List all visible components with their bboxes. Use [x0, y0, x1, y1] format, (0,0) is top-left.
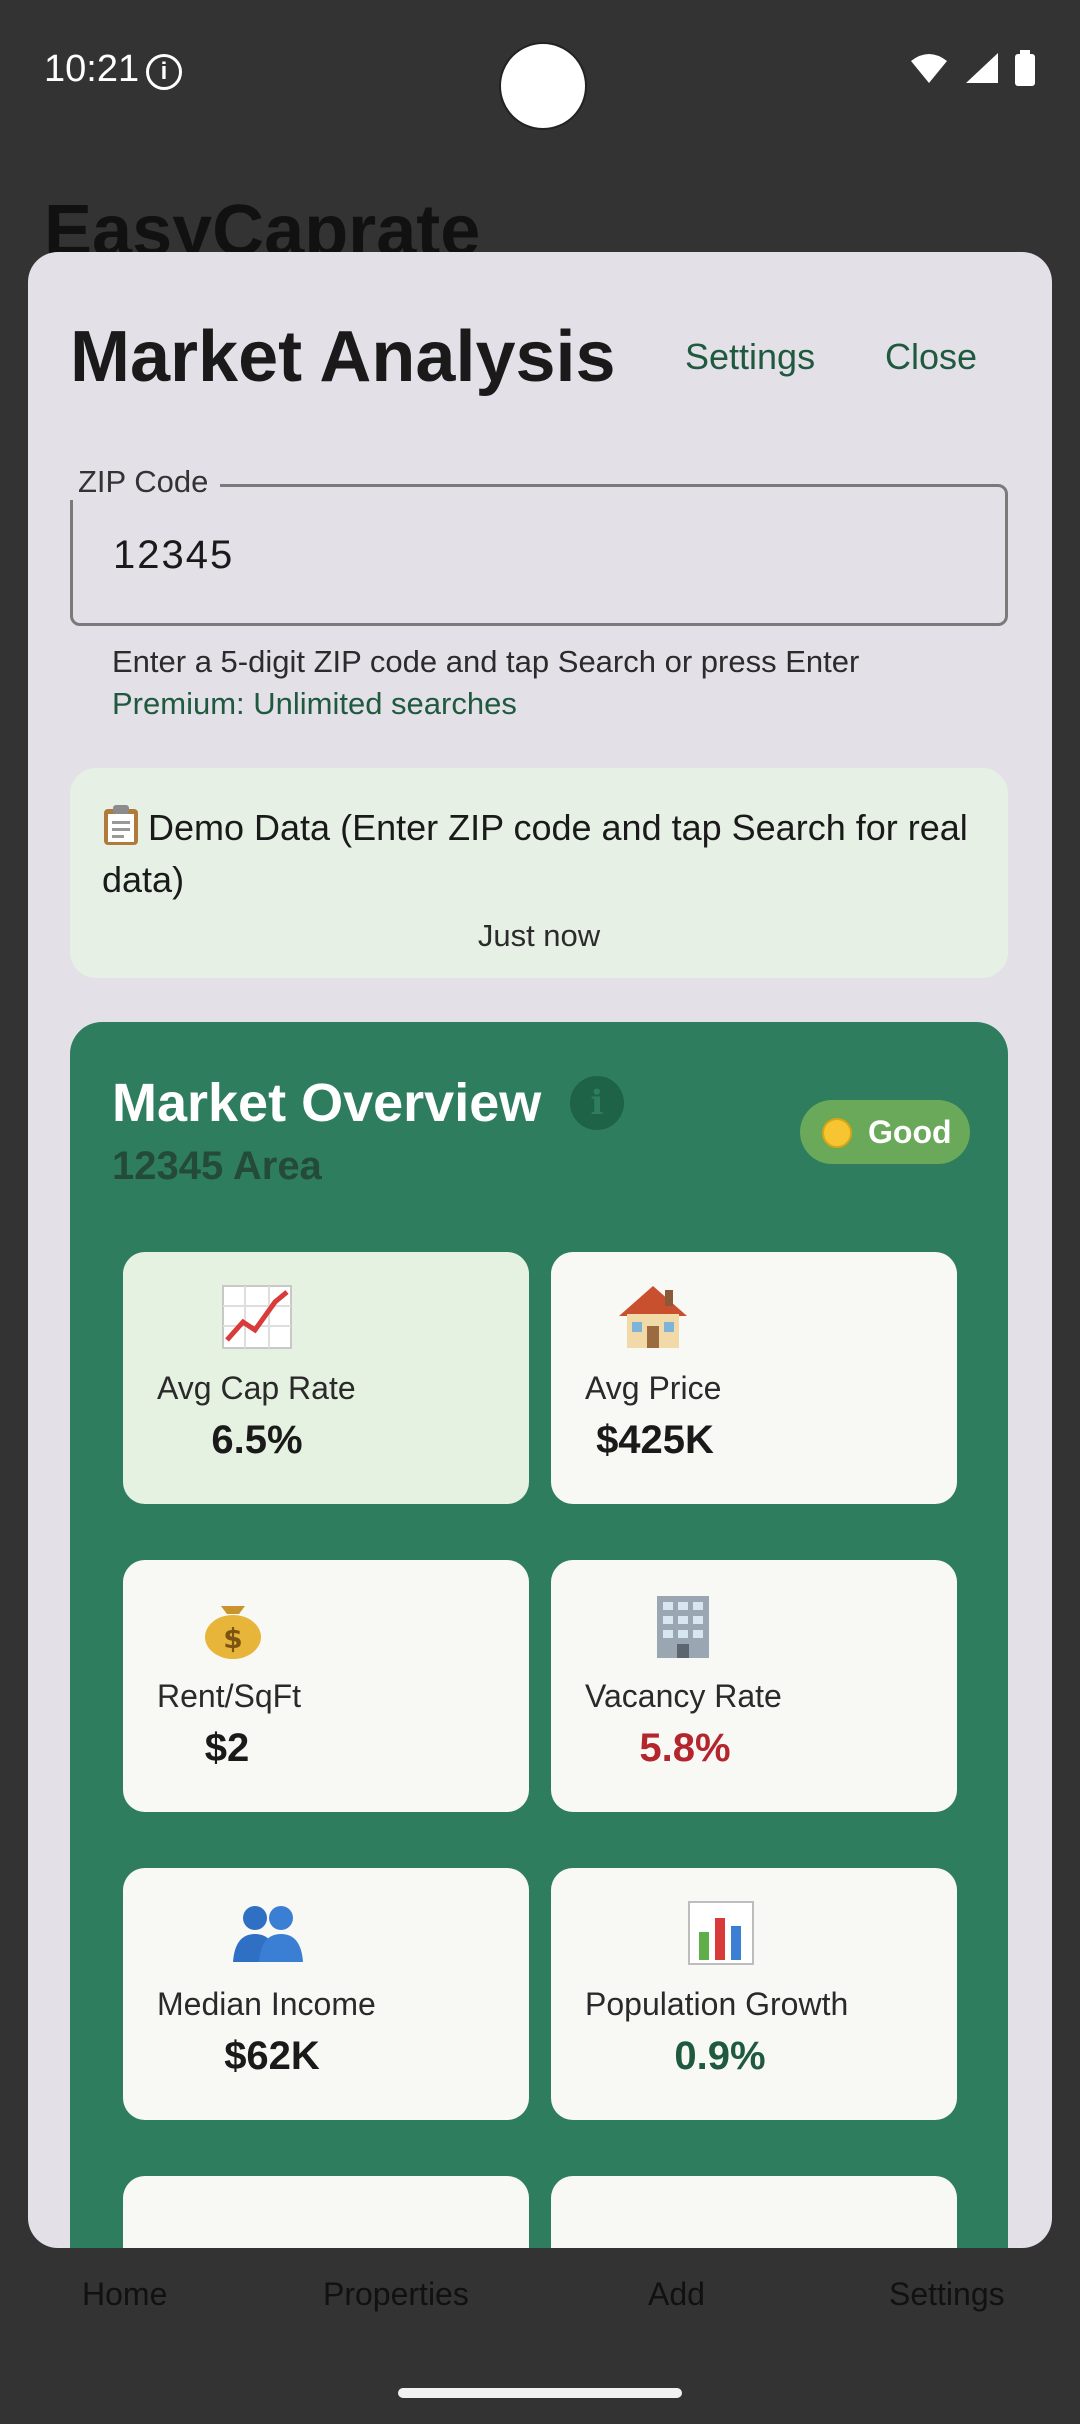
metric-label: Avg Price — [585, 1370, 722, 1406]
status-badge: Good — [800, 1100, 970, 1164]
metric-card-partial[interactable] — [551, 2176, 957, 2248]
status-icons — [899, 50, 1036, 86]
metric-label: Median Income — [157, 1986, 376, 2022]
zip-code-label: ZIP Code — [66, 464, 221, 500]
metric-value: $2 — [204, 1726, 250, 1770]
info-circle-icon: i — [146, 54, 182, 90]
nav-item-add[interactable]: Add — [648, 2276, 705, 2313]
info-icon[interactable]: i — [570, 1076, 624, 1130]
clipboard-icon — [104, 805, 138, 845]
nav-item-properties[interactable]: Properties — [323, 2276, 469, 2313]
metric-value: 0.9% — [674, 2034, 766, 2078]
market-analysis-sheet: Market Analysis Settings Close 12345 ZIP… — [28, 252, 1052, 2248]
metric-value: $425K — [596, 1418, 714, 1462]
bottom-nav: Home Properties Add Settings — [0, 2240, 1080, 2350]
demo-timestamp: Just now — [477, 918, 601, 953]
home-indicator[interactable] — [398, 2388, 682, 2398]
status-bar: 10:21 i — [0, 0, 1080, 140]
metric-card-population-growth[interactable]: Population Growth 0.9% — [551, 1868, 957, 2120]
office-building-icon — [657, 1596, 709, 1658]
metric-value: 5.8% — [639, 1726, 731, 1770]
metric-card-partial[interactable] — [123, 2176, 529, 2248]
market-overview-card: Market Overview i 12345 Area Good Avg Ca… — [70, 1022, 1008, 2248]
metric-label: Rent/SqFt — [157, 1678, 302, 1714]
settings-button[interactable]: Settings — [685, 336, 815, 378]
status-time: 10:21 — [44, 48, 140, 90]
status-badge-label: Good — [868, 1114, 952, 1150]
bar-chart-icon — [688, 1901, 754, 1965]
house-icon — [619, 1286, 687, 1348]
premium-text: Premium: Unlimited searches — [112, 686, 517, 721]
zip-helper-text: Enter a 5-digit ZIP code and tap Search … — [112, 644, 860, 679]
metric-label: Vacancy Rate — [585, 1678, 782, 1714]
demo-data-banner: Demo Data (Enter ZIP code and tap Search… — [70, 768, 1008, 978]
metric-card-rent-sqft[interactable]: $ Rent/SqFt $2 — [123, 1560, 529, 1812]
zip-code-value: 12345 — [113, 533, 235, 577]
metric-label: Avg Cap Rate — [157, 1370, 356, 1406]
chart-increasing-icon — [222, 1285, 292, 1349]
battery-icon — [1015, 50, 1035, 86]
yellow-circle-icon — [822, 1118, 852, 1148]
metric-value: $62K — [224, 2034, 320, 2078]
metric-card-avg-price[interactable]: Avg Price $425K — [551, 1252, 957, 1504]
nav-item-home[interactable]: Home — [82, 2276, 167, 2313]
nav-item-settings[interactable]: Settings — [889, 2276, 1005, 2313]
demo-title: Demo Data (Enter ZIP code and tap Search… — [102, 807, 968, 900]
svg-text:$: $ — [223, 1622, 242, 1655]
metric-label: Population Growth — [585, 1986, 849, 2022]
overview-area: 12345 Area — [112, 1144, 322, 1188]
camera-cutout — [499, 42, 587, 130]
sheet-title: Market Analysis — [70, 317, 616, 397]
people-icon — [233, 1906, 303, 1962]
metric-card-avg-cap-rate[interactable]: Avg Cap Rate 6.5% — [123, 1252, 529, 1504]
metric-card-vacancy-rate[interactable]: Vacancy Rate 5.8% — [551, 1560, 957, 1812]
wifi-icon — [911, 54, 948, 83]
metric-card-median-income[interactable]: Median Income $62K — [123, 1868, 529, 2120]
metric-value: 6.5% — [211, 1418, 303, 1462]
overview-title: Market Overview — [112, 1073, 542, 1133]
close-button[interactable]: Close — [885, 336, 977, 378]
zip-code-input[interactable]: 12345 — [70, 484, 1008, 626]
signal-icon — [965, 53, 998, 83]
money-bag-icon: $ — [205, 1606, 261, 1659]
